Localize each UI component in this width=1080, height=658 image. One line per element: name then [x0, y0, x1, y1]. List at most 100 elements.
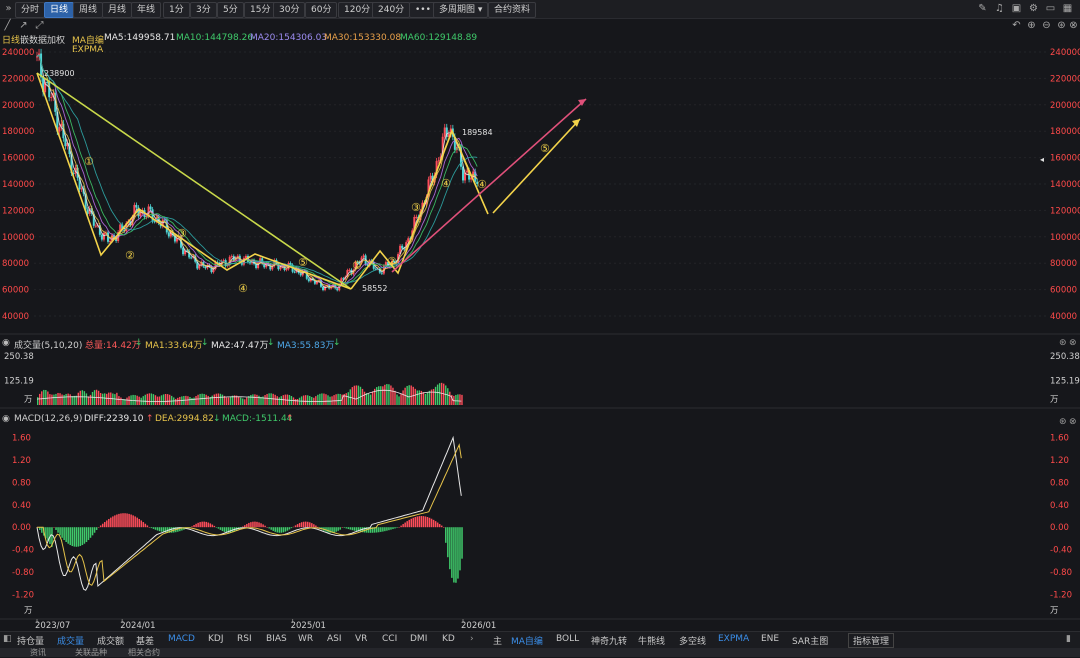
volume-bar — [195, 395, 197, 405]
macd-bar — [118, 513, 120, 528]
volume-bar — [390, 385, 392, 405]
indicator-tab-10[interactable]: VR — [355, 634, 367, 644]
macd-bar — [95, 527, 98, 530]
overlay-tab-9[interactable]: 指标管理 — [848, 633, 895, 648]
volume-bars — [36, 382, 463, 405]
macd-bar — [205, 521, 207, 528]
volume-bar — [319, 393, 321, 405]
indicator-tab-5[interactable]: KDJ — [208, 634, 224, 644]
volume-ma3: MA3:55.83万 — [277, 341, 335, 351]
volume-bar — [408, 385, 410, 405]
volume-bar — [246, 397, 248, 405]
macd-bar — [394, 527, 396, 529]
indicator-tab-2[interactable]: 成交额 — [97, 634, 124, 647]
overlay-tab-5[interactable]: 多空线 — [679, 634, 706, 647]
overlay-tab-1[interactable]: MA自编 — [511, 634, 543, 647]
macd-bar — [339, 527, 341, 530]
volume-bar — [457, 394, 459, 405]
macd-bar — [443, 527, 445, 528]
macd-bar — [341, 527, 343, 528]
macd-bar — [335, 527, 337, 532]
volume-bar — [270, 393, 272, 405]
overlay-tab-6[interactable]: EXPMA — [718, 634, 749, 644]
macd-bar — [436, 522, 439, 528]
y-tick-right: 240000 — [1050, 48, 1080, 58]
volume-total: 总量:14.42万 — [85, 341, 141, 351]
candle-body — [102, 232, 105, 240]
indicator-tab-13[interactable]: KD — [442, 634, 455, 644]
macd-bar — [191, 526, 193, 528]
indicator-tab-12[interactable]: DMI — [410, 634, 427, 644]
overlay-tab-8[interactable]: SAR主图 — [792, 634, 828, 647]
indicator-tab-8[interactable]: WR — [298, 634, 313, 644]
overlay-tab-0[interactable]: 主 — [493, 634, 502, 647]
overlay-tab-7[interactable]: ENE — [761, 634, 779, 644]
volume-bar — [272, 393, 274, 405]
indicator-tab-0[interactable]: 持仓量 — [17, 634, 44, 647]
volume-bar — [118, 396, 120, 405]
volume-bar — [388, 384, 390, 405]
bottom-tab-2[interactable]: 相关合约 — [128, 647, 160, 658]
y-tick-right: 40000 — [1050, 312, 1077, 322]
macd-bar — [203, 521, 205, 528]
indicator-tab-3[interactable]: 基差 — [136, 634, 154, 647]
down-arrow-icon: ↓ — [333, 338, 341, 348]
volume-bar — [414, 388, 416, 405]
macd-tick-right: 1.20 — [1050, 456, 1069, 466]
macd-bar — [449, 527, 451, 570]
volume-bar — [41, 391, 43, 405]
down-arrow-icon: ↓ — [201, 338, 209, 348]
macd-bar — [317, 526, 319, 528]
bottom-tab-0[interactable]: 资讯 — [30, 647, 46, 658]
indicator-tab-1[interactable]: 成交量 — [57, 634, 84, 647]
macd-tick-left: 1.20 — [12, 456, 31, 466]
bottom-tab-1[interactable]: 关联品种 — [75, 647, 107, 658]
scroll-right-icon[interactable]: › — [470, 634, 474, 644]
volume-bar — [61, 394, 63, 405]
y-tick-right: 100000 — [1050, 233, 1080, 243]
macd-title: MACD(12,26,9) — [14, 414, 83, 424]
overlay-tab-4[interactable]: 牛熊线 — [638, 634, 665, 647]
volume-bar — [175, 398, 177, 405]
macd-bar — [248, 522, 250, 528]
macd-bar — [108, 518, 110, 528]
indicator-tab-4[interactable]: MACD — [168, 634, 195, 644]
indicator-tab-11[interactable]: CCI — [382, 634, 397, 644]
volume-bar — [144, 394, 146, 405]
macd-bar — [158, 527, 161, 532]
overlay-tab-3[interactable]: 神奇九转 — [591, 634, 627, 647]
indicator-tab-9[interactable]: ASI — [327, 634, 342, 644]
scroll-left-icon[interactable]: ◧ — [3, 634, 12, 644]
volume-bar — [114, 394, 116, 405]
indicator-tab-6[interactable]: RSI — [237, 634, 252, 644]
macd-bar — [207, 522, 210, 528]
candle-body — [293, 271, 296, 273]
x-tick-label: 2026/01 — [461, 621, 496, 631]
volume-bar — [363, 391, 366, 405]
macd-bar — [213, 525, 216, 528]
volume-bar — [150, 393, 153, 405]
y-tick-right: 160000 — [1050, 154, 1080, 164]
overlay-tab-2[interactable]: BOLL — [556, 634, 579, 644]
macd-bar — [122, 513, 124, 528]
collapse-panel-icon[interactable]: ▮ — [1066, 634, 1071, 644]
volume-bar — [211, 395, 213, 405]
indicator-tab-7[interactable]: BIAS — [266, 634, 287, 644]
macd-bar — [242, 526, 244, 528]
macd-bar — [353, 527, 356, 531]
macd-bar — [91, 527, 94, 536]
volume-bar — [461, 394, 463, 405]
volume-bar — [229, 396, 232, 405]
volume-bar — [422, 392, 425, 405]
volume-bar — [351, 387, 354, 405]
volume-bar — [317, 394, 319, 405]
macd-bar — [53, 527, 55, 528]
macd-bar — [426, 517, 429, 528]
volume-bar — [264, 395, 266, 405]
macd-bar — [298, 523, 301, 528]
macd-bar — [337, 527, 339, 531]
volume-eye-icon[interactable]: ◉ — [2, 338, 10, 348]
macd-eye-icon[interactable]: ◉ — [2, 414, 10, 424]
candle-body — [149, 206, 152, 210]
macd-bar — [211, 524, 214, 528]
